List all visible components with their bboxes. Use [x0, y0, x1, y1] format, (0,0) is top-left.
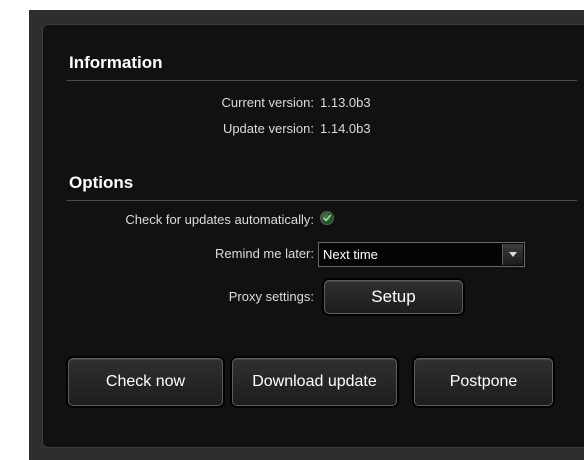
dropdown-arrow[interactable] — [502, 244, 523, 265]
checkmark-icon — [323, 214, 331, 222]
current-version-value: 1.13.0b3 — [320, 95, 371, 110]
current-version-label: Current version: — [221, 95, 314, 110]
update-version-label: Update version: — [222, 121, 314, 136]
remind-later-value: Next time — [323, 247, 378, 262]
auto-check-checkbox[interactable] — [320, 211, 334, 225]
auto-check-label: Check for updates automatically: — [125, 212, 314, 227]
remind-later-label: Remind me later: — [215, 246, 314, 261]
information-heading: Information — [69, 53, 163, 72]
proxy-setup-button[interactable]: Setup — [324, 280, 463, 314]
update-version-value: 1.14.0b3 — [320, 121, 371, 136]
remind-later-select[interactable]: Next time — [318, 242, 525, 267]
information-divider — [66, 80, 577, 81]
download-update-button[interactable]: Download update — [232, 358, 397, 406]
options-heading: Options — [69, 173, 134, 192]
check-now-button[interactable]: Check now — [68, 358, 223, 406]
options-divider — [66, 200, 577, 201]
postpone-button[interactable]: Postpone — [414, 358, 553, 406]
chevron-down-icon — [509, 252, 517, 257]
proxy-settings-label: Proxy settings: — [228, 289, 314, 304]
